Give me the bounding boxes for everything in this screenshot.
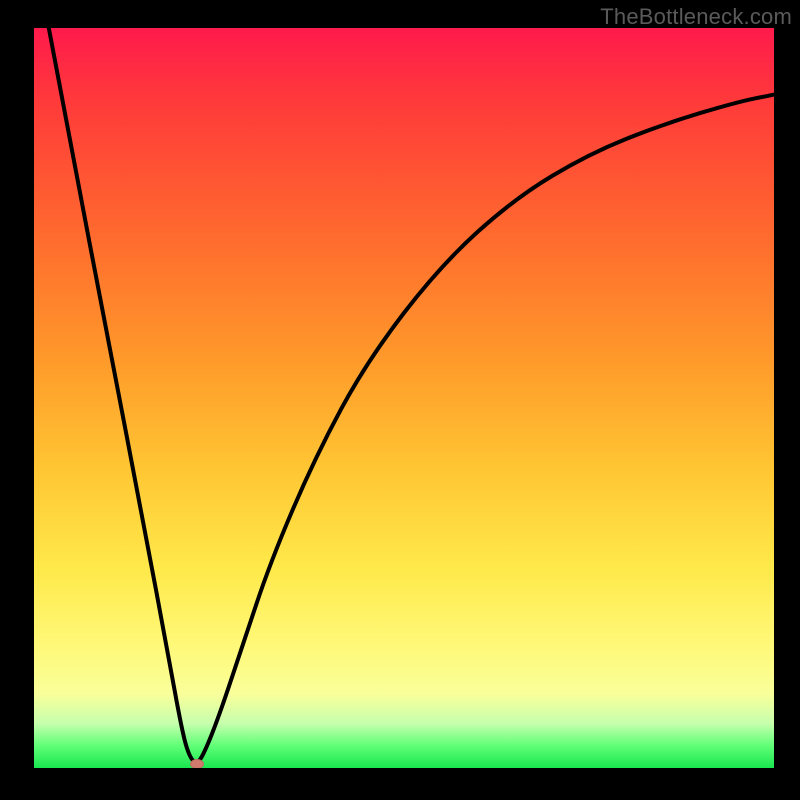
watermark-text: TheBottleneck.com [600, 4, 792, 30]
curve-svg [34, 28, 774, 768]
minimum-marker [190, 759, 204, 768]
chart-canvas: TheBottleneck.com [0, 0, 800, 800]
plot-area [34, 28, 774, 768]
bottleneck-curve [49, 28, 774, 762]
